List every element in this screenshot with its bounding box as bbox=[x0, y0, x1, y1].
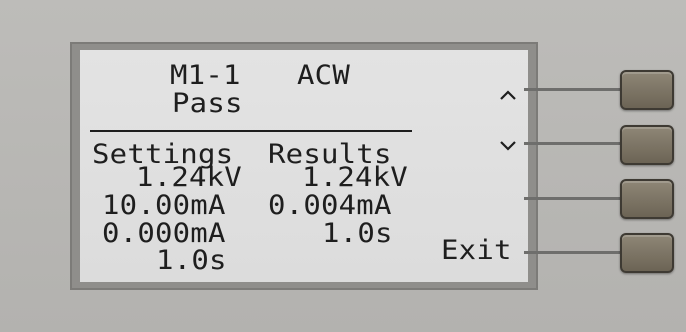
exit-softkey-label: Exit bbox=[441, 234, 512, 266]
setting-high-limit: 10.00mA bbox=[102, 189, 226, 221]
setting-dwell-time: 1.0s bbox=[156, 244, 227, 276]
memory-step-label: M1-1 bbox=[170, 59, 241, 91]
result-time: 1.0s bbox=[322, 217, 393, 249]
result-current: 0.004mA bbox=[268, 189, 392, 221]
softkey-leader-3 bbox=[524, 197, 628, 200]
softkey-exit-button[interactable] bbox=[620, 233, 674, 273]
softkey-blank-button[interactable] bbox=[620, 179, 674, 219]
caret-up-icon bbox=[498, 88, 518, 102]
setting-low-limit: 0.000mA bbox=[102, 217, 226, 249]
test-mode-label: ACW bbox=[297, 59, 350, 91]
instrument-front-panel: M1-1 ACW Pass Settings Results 1.24kV 10… bbox=[0, 0, 686, 332]
softkey-up-button[interactable] bbox=[620, 70, 674, 110]
softkey-leader-2 bbox=[524, 142, 628, 145]
result-voltage: 1.24kV bbox=[302, 161, 408, 193]
setting-voltage: 1.24kV bbox=[136, 161, 242, 193]
header-divider bbox=[90, 130, 412, 132]
softkey-leader-4 bbox=[524, 251, 628, 254]
test-status-label: Pass bbox=[172, 87, 243, 119]
softkey-down-button[interactable] bbox=[620, 125, 674, 165]
softkey-leader-1 bbox=[524, 88, 628, 91]
caret-down-icon bbox=[498, 139, 518, 153]
lcd-display: M1-1 ACW Pass Settings Results 1.24kV 10… bbox=[80, 50, 528, 282]
